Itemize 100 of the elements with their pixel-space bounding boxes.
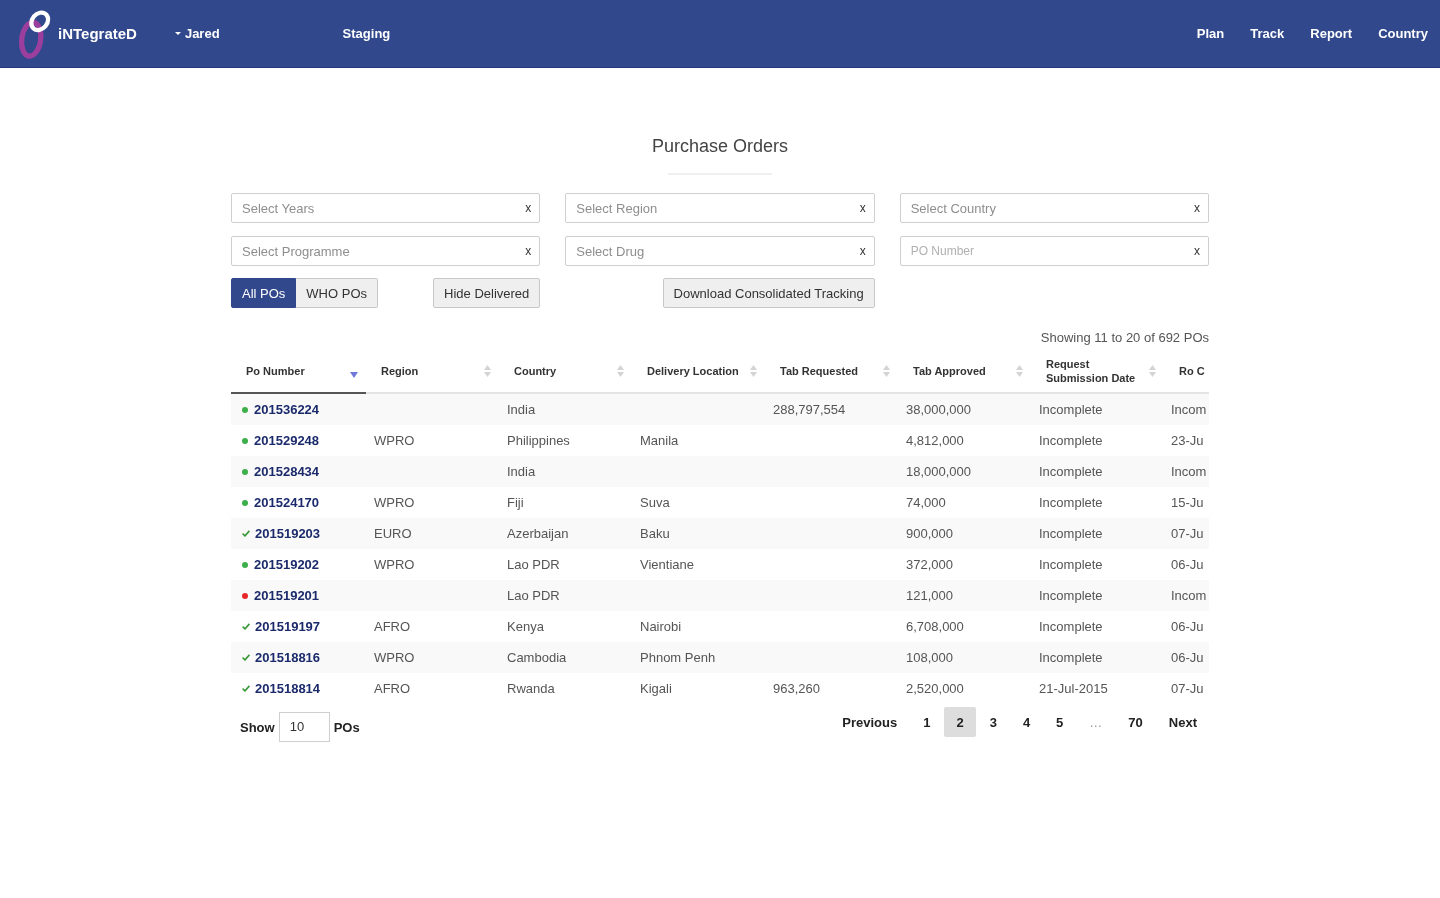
table-cell: 06-Ju (1164, 642, 1209, 673)
page-link[interactable]: 70 (1116, 707, 1155, 737)
table-cell: Vientiane (632, 549, 765, 580)
table-cell: Incomplete (1031, 642, 1164, 673)
results-summary: Showing 11 to 20 of 692 POs (1039, 330, 1209, 346)
dropdown-field[interactable]: Select Programme x (231, 236, 541, 266)
table-cell: WPRO (366, 425, 499, 456)
table-cell: 900,000 (898, 518, 1031, 549)
table-cell: Incomplete (1031, 456, 1164, 487)
table-cell: Phnom Penh (632, 642, 765, 673)
page-link[interactable]: 1 (911, 707, 943, 737)
table-cell: India (499, 393, 632, 425)
table-cell: Incomplete (1031, 487, 1164, 518)
table-cell: 15-Ju (1164, 487, 1209, 518)
table-cell: Lao PDR (499, 580, 632, 611)
table-cell: 07-Ju (1164, 518, 1209, 549)
clear-button[interactable]: x (859, 201, 866, 215)
caret-icon (174, 32, 181, 35)
table-cell: Manila (632, 425, 765, 456)
page-link[interactable]: 2 (944, 707, 976, 737)
table-cell: 06-Ju (1164, 549, 1209, 580)
pagination-ellipsis: … (1077, 707, 1115, 737)
table-cell: 18,000,000 (898, 456, 1031, 487)
table-cell: India (499, 456, 632, 487)
po-number-link[interactable]: 201529248 (254, 433, 320, 448)
dropdown-field[interactable]: Select Country x (899, 193, 1209, 223)
filter-tab[interactable]: All POs (231, 278, 297, 308)
nav-link[interactable]: Plan (1196, 26, 1225, 41)
po-number-link[interactable]: 201519202 (254, 557, 320, 572)
table-cell: Incomplete (1031, 580, 1164, 611)
page-link[interactable]: Next (1156, 707, 1209, 737)
table-cell: 288,797,554 (765, 393, 898, 425)
dropdown-field[interactable]: Select Drug x (565, 236, 875, 266)
table-cell: Nairobi (632, 611, 765, 642)
unit-label: POs (333, 719, 360, 735)
table-cell: Incomplete (1031, 549, 1164, 580)
table-cell: 23-Ju (1164, 425, 1209, 456)
page-title: Purchase Orders (650, 135, 790, 158)
table-cell: WPRO (366, 487, 499, 518)
clear-button[interactable]: x (1194, 244, 1200, 258)
table-cell: Incomplete (1031, 393, 1164, 425)
table-cell: Incomplete (1031, 611, 1164, 642)
dropdown-field[interactable]: Select Years x (231, 193, 541, 223)
clear-button[interactable]: x (525, 244, 532, 258)
table-cell: Lao PDR (499, 549, 632, 580)
table-cell: 06-Ju (1164, 611, 1209, 642)
table-cell: 372,000 (898, 549, 1031, 580)
show-label: Show (240, 719, 275, 735)
table-cell: Rwanda (499, 673, 632, 704)
table-cell: Philippines (499, 425, 632, 456)
table-cell: 38,000,000 (898, 393, 1031, 425)
table-cell: Cambodia (499, 642, 632, 673)
table-cell: EURO (366, 518, 499, 549)
page-link[interactable]: Previous (830, 707, 910, 737)
table-cell: Fiji (499, 487, 632, 518)
table-cell: Kenya (499, 611, 632, 642)
nav-link[interactable]: Track (1250, 26, 1285, 41)
table-cell: Incomplete (1031, 518, 1164, 549)
table-cell: Kigali (632, 673, 765, 704)
ring-logo-icon[interactable] (18, 8, 52, 60)
text-input-field[interactable]: PO Number x (899, 236, 1209, 266)
download-button[interactable]: Download Consolidated Tracking (662, 278, 875, 308)
table-cell: Suva (632, 487, 765, 518)
table-cell: AFRO (366, 611, 499, 642)
brand-link[interactable]: iNTegrateD (58, 25, 137, 42)
table-cell: 07-Ju (1164, 673, 1209, 704)
page-size-field[interactable]: 10 (278, 712, 330, 742)
page-link[interactable]: 5 (1044, 707, 1076, 737)
filter-tab[interactable]: WHO POs (296, 278, 378, 308)
table-cell: 108,000 (898, 642, 1031, 673)
po-number-link[interactable]: 201524170 (254, 495, 320, 510)
user-menu[interactable]: Jared (174, 26, 220, 41)
environment-label: Staging (342, 26, 391, 41)
table-cell: Incomplete (1031, 425, 1164, 456)
table-cell: 963,260 (765, 673, 898, 704)
table-cell: AFRO (366, 673, 499, 704)
table-cell: 2,520,000 (898, 673, 1031, 704)
nav-link[interactable]: Report (1310, 26, 1353, 41)
table-cell: WPRO (366, 549, 499, 580)
table-cell: 121,000 (898, 580, 1031, 611)
nav-link[interactable]: Country (1378, 26, 1428, 41)
po-number-link[interactable]: 201518814 (255, 681, 321, 696)
table-cell: Baku (632, 518, 765, 549)
clear-button[interactable]: x (525, 201, 532, 215)
table-cell: Incom (1164, 393, 1209, 425)
page-link[interactable]: 3 (977, 707, 1009, 737)
table-cell: 21-Jul-2015 (1031, 673, 1164, 704)
dropdown-field[interactable]: Select Region x (565, 193, 875, 223)
po-number-link[interactable]: 201519197 (255, 619, 321, 634)
clear-button[interactable]: x (1194, 201, 1200, 215)
table-cell: 74,000 (898, 487, 1031, 518)
table-cell: Incom (1164, 456, 1209, 487)
table-cell: 4,812,000 (898, 425, 1031, 456)
table-cell: 6,708,000 (898, 611, 1031, 642)
page-link[interactable]: 4 (1010, 707, 1043, 737)
table-cell: Incom (1164, 580, 1209, 611)
hide-delivered-button[interactable]: Hide Delivered (433, 278, 541, 308)
clear-button[interactable]: x (859, 244, 866, 258)
table-cell: Azerbaijan (499, 518, 632, 549)
table-cell: WPRO (366, 642, 499, 673)
